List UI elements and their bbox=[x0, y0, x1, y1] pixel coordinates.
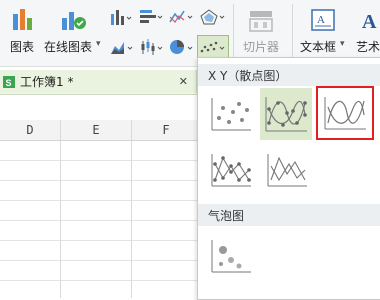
text-box-icon: A bbox=[311, 9, 335, 31]
column-header-e[interactable]: E bbox=[61, 120, 131, 141]
area-chart-icon bbox=[111, 42, 133, 54]
grid-line bbox=[0, 240, 200, 241]
workbook-tab[interactable]: S 工作簿1 * ✕ bbox=[0, 70, 197, 93]
grid-line bbox=[60, 120, 61, 298]
chart-button[interactable]: 图表 bbox=[6, 4, 40, 56]
art-text-label: 艺术 bbox=[356, 40, 380, 54]
scatter-straight-lines-icon bbox=[267, 154, 307, 187]
radar-chart-button[interactable] bbox=[198, 6, 228, 28]
pie-chart-button[interactable] bbox=[168, 36, 196, 58]
horizontal-bar-icon bbox=[140, 10, 163, 23]
spreadsheet-icon: S bbox=[3, 75, 15, 88]
bubble-section-header: 气泡图 bbox=[198, 204, 380, 226]
grid-line bbox=[0, 160, 200, 161]
column-header-f[interactable]: F bbox=[132, 120, 200, 141]
grid-line bbox=[0, 180, 200, 181]
grid-line bbox=[131, 120, 132, 298]
slicer-label: 切片器 bbox=[243, 40, 280, 54]
scatter-smooth-lines-option[interactable] bbox=[316, 86, 374, 140]
scatter-chart-dropdown: X Y（散点图） 气泡图 bbox=[197, 57, 380, 300]
grid-line bbox=[0, 260, 200, 261]
close-tab-icon[interactable]: ✕ bbox=[179, 75, 188, 88]
pie-chart-icon bbox=[170, 40, 193, 54]
grid-line bbox=[0, 280, 200, 281]
scatter-smooth-markers-icon bbox=[265, 97, 307, 132]
line-chart-icon bbox=[169, 10, 193, 23]
area-chart-button[interactable] bbox=[108, 36, 136, 58]
scatter-straight-lines-option[interactable] bbox=[262, 146, 312, 194]
ribbon-separator bbox=[233, 4, 234, 60]
scatter-chart-icon bbox=[200, 41, 225, 53]
bubble-chart-option[interactable] bbox=[206, 232, 256, 280]
online-chart-dropdown-arrow[interactable]: ▾ bbox=[96, 39, 101, 49]
grid-line bbox=[0, 200, 200, 201]
bar-chart-icon bbox=[13, 9, 32, 30]
stock-chart-icon bbox=[141, 39, 163, 55]
bar-chart-button[interactable] bbox=[137, 6, 165, 28]
scatter-chart-button[interactable] bbox=[197, 35, 229, 59]
scatter-markers-option[interactable] bbox=[206, 90, 256, 138]
scatter-markers-icon bbox=[211, 98, 251, 131]
art-text-button[interactable]: A 艺术 bbox=[354, 4, 380, 56]
scatter-smooth-markers-option[interactable] bbox=[260, 88, 312, 140]
svg-text:S: S bbox=[6, 78, 12, 88]
bubble-chart-icon bbox=[211, 240, 251, 273]
column-chart-icon bbox=[111, 10, 132, 25]
column-chart-button[interactable] bbox=[108, 6, 134, 28]
slicer-icon bbox=[249, 11, 273, 32]
scatter-straight-markers-icon bbox=[211, 154, 251, 187]
chart-label: 图表 bbox=[10, 40, 35, 54]
svg-text:A: A bbox=[362, 11, 377, 33]
grid-line bbox=[0, 220, 200, 221]
text-box-dropdown-arrow[interactable]: ▾ bbox=[340, 39, 345, 49]
slicer-button[interactable]: 切片器 bbox=[238, 4, 286, 56]
scatter-smooth-lines-icon bbox=[324, 97, 366, 130]
line-chart-button[interactable] bbox=[167, 6, 195, 28]
workbook-title: 工作簿1 * bbox=[20, 75, 74, 89]
svg-text:A: A bbox=[317, 14, 325, 26]
text-box-button[interactable]: A 文本框 ▾ bbox=[298, 4, 350, 56]
online-chart-button[interactable]: 在线图表 ▾ bbox=[44, 4, 104, 56]
scatter-straight-markers-option[interactable] bbox=[206, 146, 256, 194]
art-text-icon: A bbox=[362, 11, 377, 33]
xy-scatter-section-header: X Y（散点图） bbox=[198, 64, 380, 86]
online-chart-label: 在线图表 bbox=[44, 40, 93, 54]
column-header-d[interactable]: D bbox=[0, 120, 60, 141]
online-chart-icon bbox=[62, 12, 86, 30]
text-box-label: 文本框 bbox=[300, 40, 337, 54]
ribbon-separator bbox=[292, 4, 293, 60]
stock-chart-button[interactable] bbox=[138, 36, 166, 58]
radar-chart-icon bbox=[200, 9, 225, 25]
